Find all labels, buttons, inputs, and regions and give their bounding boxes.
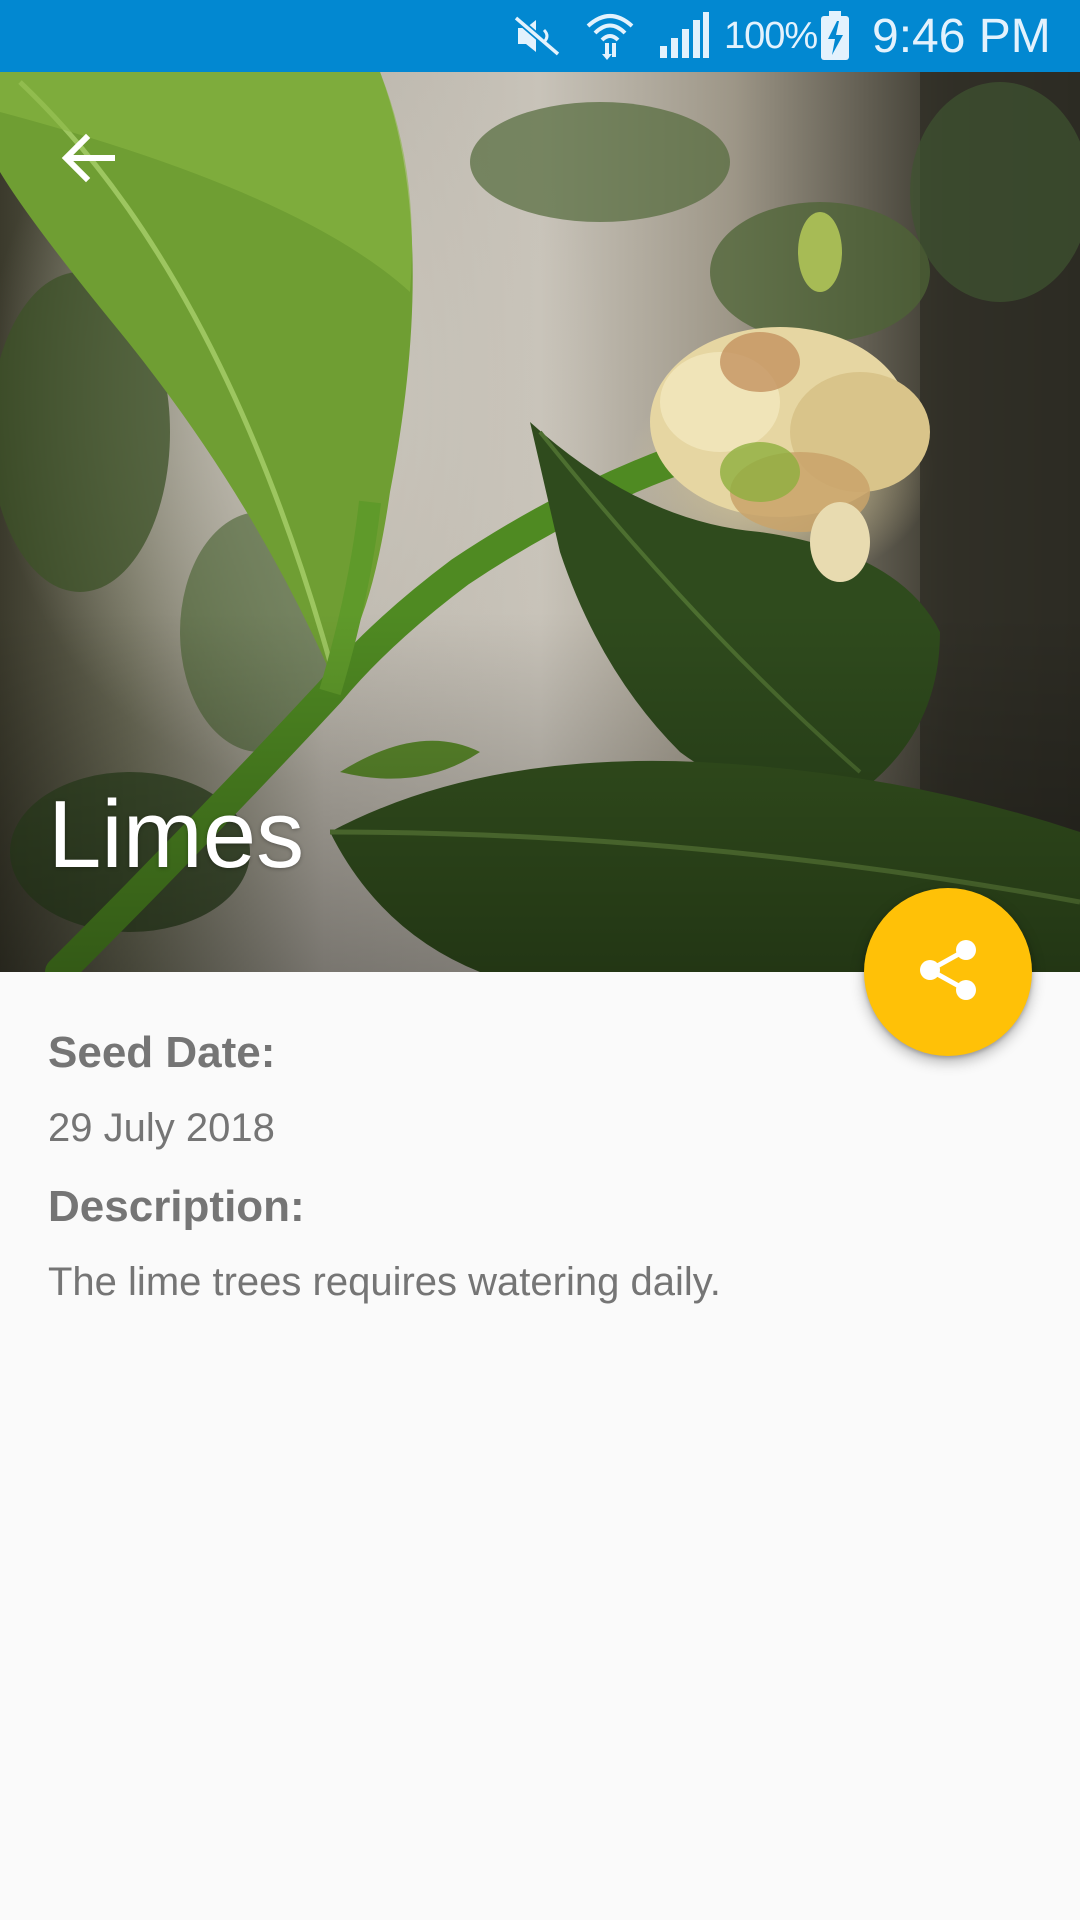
page-title: Limes	[48, 781, 305, 888]
description-value: The lime trees requires watering daily.	[48, 1260, 721, 1304]
status-bar: 100% 9:46 PM	[0, 0, 1080, 72]
seed-date-value: 29 July 2018	[48, 1106, 275, 1150]
battery-charging-icon	[820, 0, 850, 72]
seed-date-label: Seed Date:	[48, 1028, 276, 1077]
description-label: Description:	[48, 1182, 305, 1231]
battery-percent: 100%	[724, 14, 818, 57]
wifi-icon	[584, 0, 636, 72]
mute-icon	[512, 0, 562, 72]
plant-details: Seed Date: 29 July 2018 Description: The…	[48, 1020, 1038, 1328]
status-clock: 9:46 PM	[872, 9, 1051, 63]
share-icon	[916, 938, 980, 1007]
signal-icon	[658, 0, 710, 72]
back-button[interactable]	[40, 112, 136, 208]
arrow-back-icon	[60, 130, 116, 191]
